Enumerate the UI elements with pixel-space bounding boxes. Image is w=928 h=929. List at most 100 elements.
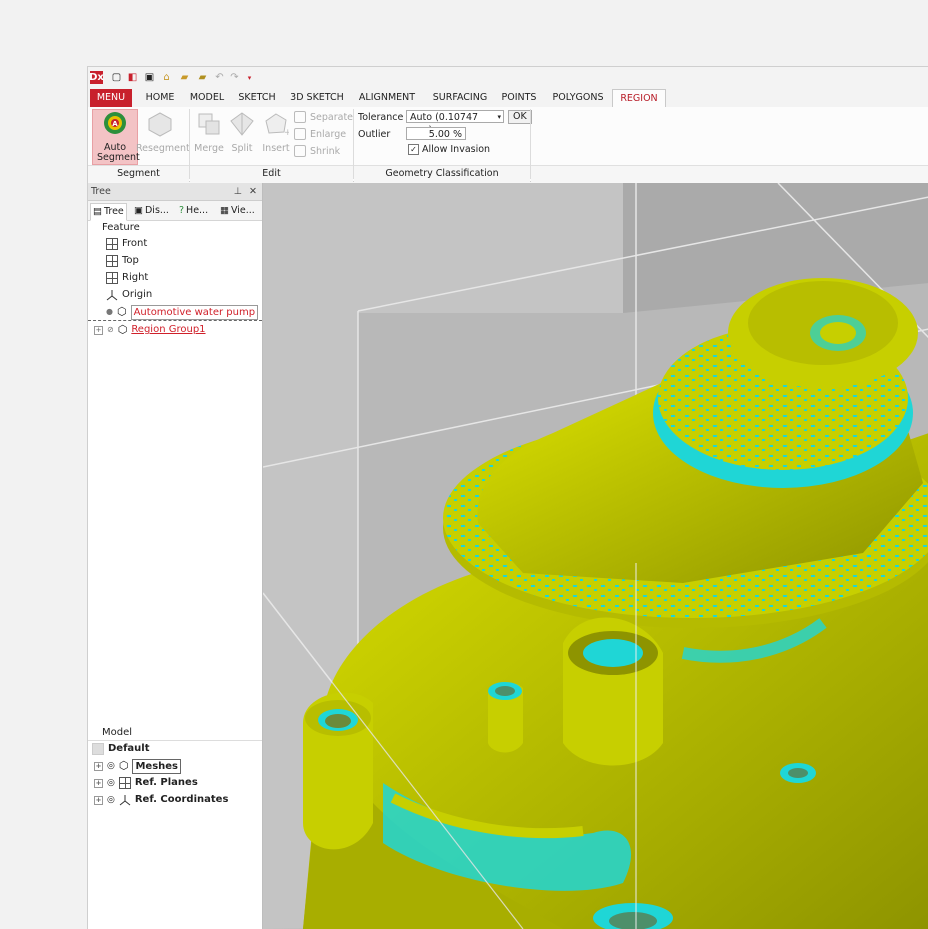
water-pump-mesh-render[interactable] <box>263 183 928 929</box>
visibility-icon[interactable]: ● <box>106 304 113 320</box>
model-default-label: Default <box>108 743 150 754</box>
separate-icon <box>294 111 306 123</box>
merge-icon <box>198 113 220 135</box>
model-item-label: Meshes <box>132 758 182 774</box>
tab-display-label: Dis... <box>144 205 169 216</box>
pin-icon[interactable]: ⊥ <box>234 183 242 200</box>
drop-indicator <box>88 320 262 321</box>
model-header: Model <box>102 727 133 738</box>
tree-panel-title: Tree ⊥ ✕ <box>88 183 262 201</box>
shrink-icon <box>294 145 306 157</box>
tab-home[interactable]: HOME <box>140 89 180 107</box>
separate-button[interactable]: Separate <box>294 111 353 123</box>
panel-tabs: ▤ Tree ▣ Dis... ? He... ▦ Vie... <box>88 201 262 221</box>
tab-tree-label: Tree <box>103 206 124 217</box>
tree-item-right[interactable]: Right <box>106 270 148 286</box>
svg-text:+: + <box>284 128 289 137</box>
shrink-label: Shrink <box>310 145 341 157</box>
tree-item-label: Top <box>122 255 139 266</box>
import-icon[interactable]: ⌂ <box>160 71 173 84</box>
open-file-icon[interactable]: ◧ <box>126 71 139 84</box>
tab-menu[interactable]: MENU <box>90 89 132 107</box>
tolerance-label: Tolerance <box>358 112 404 123</box>
eye-icon[interactable]: ◎ <box>107 758 115 774</box>
auto-segment-button[interactable]: A Auto Segment <box>92 109 140 165</box>
eye-icon[interactable]: ◎ <box>107 792 115 808</box>
ribbon-tabs: MENU HOME MODEL SKETCH 3D SKETCH ALIGNME… <box>88 89 928 109</box>
tree-item-front[interactable]: Front <box>106 236 147 252</box>
outlier-input[interactable]: 5.00 % <box>406 127 466 140</box>
save-icon[interactable]: ▣ <box>143 71 156 84</box>
expand-icon[interactable]: + <box>94 325 103 335</box>
ok-button[interactable]: OK <box>508 110 532 124</box>
ribbon-panel: A Auto Segment Resegment Merge Split + I… <box>88 107 928 182</box>
plane-icon <box>106 272 118 284</box>
tree-item-mesh[interactable]: ● ⬡ Automotive water pump <box>106 304 259 320</box>
close-icon[interactable]: ✕ <box>249 183 257 200</box>
tab-model[interactable]: MODEL <box>186 89 228 107</box>
mesh-item-label: Automotive water pump <box>130 304 259 320</box>
tree-item-origin[interactable]: Origin <box>106 287 152 303</box>
expand-icon[interactable]: + <box>94 761 103 771</box>
tree-item-label: Origin <box>122 289 153 300</box>
application-window: Dx ▢ ◧ ▣ ⌂ ▰ ▰ ↶ ↷ ▾ MENU HOME MODEL SKE… <box>87 66 928 929</box>
hidden-icon[interactable]: ⊘ <box>107 322 114 338</box>
eye-icon[interactable]: ◎ <box>107 775 115 791</box>
shrink-button[interactable]: Shrink <box>294 145 340 157</box>
plane-icon <box>106 238 118 250</box>
tree-item-top[interactable]: Top <box>106 253 139 269</box>
resegment-label: Resegment <box>136 143 190 154</box>
model-item-meshes[interactable]: + ◎ ⬡ Meshes <box>94 758 182 774</box>
expand-icon[interactable]: + <box>94 778 103 788</box>
model-item-label: Ref. Planes <box>134 777 198 788</box>
tab-surfacing[interactable]: SURFACING <box>428 89 492 107</box>
tab-polygons[interactable]: POLYGONS <box>548 89 608 107</box>
separate-label: Separate <box>310 111 354 123</box>
ribbon-group-footer <box>531 165 928 182</box>
tab-view[interactable]: ▦ Vie... <box>218 203 257 219</box>
tab-tree[interactable]: ▤ Tree <box>90 203 127 221</box>
new-file-icon[interactable]: ▢ <box>110 71 123 84</box>
enlarge-button[interactable]: Enlarge <box>294 128 346 140</box>
insert-icon: + <box>265 113 292 138</box>
tree-icon: ▤ <box>93 206 102 217</box>
tab-sketch[interactable]: SKETCH <box>234 89 280 107</box>
panel-title-text: Tree <box>91 186 111 197</box>
app-logo[interactable]: Dx <box>89 71 104 84</box>
model-item-label: Ref. Coordinates <box>134 794 229 805</box>
merge-label: Merge <box>194 143 224 154</box>
tab-help[interactable]: ? He... <box>177 203 210 219</box>
checkmark-icon: ✓ <box>408 144 419 155</box>
merge-button[interactable]: Merge <box>192 111 226 154</box>
undo-icon[interactable]: ↶ <box>213 71 226 84</box>
auto-segment-icon: A <box>104 112 126 134</box>
tree-item-label: Front <box>122 238 148 249</box>
coordinate-system-icon <box>106 290 118 301</box>
redo-icon[interactable]: ↷ <box>228 71 241 84</box>
3d-viewport[interactable] <box>263 183 928 929</box>
customize-dropdown-icon[interactable]: ▾ <box>243 71 256 84</box>
tab-view-label: Vie... <box>230 205 255 216</box>
model-item-ref-coordinates[interactable]: + ◎ Ref. Coordinates <box>94 792 228 808</box>
tab-points[interactable]: POINTS <box>498 89 540 107</box>
tab-display[interactable]: ▣ Dis... <box>132 203 171 219</box>
export-icon[interactable]: ▰ <box>196 71 209 84</box>
mesh-icon: ⬡ <box>118 759 129 772</box>
resegment-button[interactable]: Resegment <box>136 111 190 154</box>
outlier-label: Outlier <box>358 129 391 140</box>
tolerance-dropdown[interactable]: Auto (0.10747 mm) ▾ <box>406 110 504 136</box>
model-item-ref-planes[interactable]: + ◎ Ref. Planes <box>94 775 198 791</box>
model-default[interactable]: Default <box>92 741 150 757</box>
view-icon: ▦ <box>220 205 229 216</box>
default-icon <box>92 743 104 755</box>
insert-button[interactable]: + Insert <box>258 111 294 154</box>
tree-item-region-group[interactable]: + ⊘ ⬡ Region Group1 <box>94 322 206 338</box>
folder-icon[interactable]: ▰ <box>178 71 191 84</box>
tree-panel: Tree ⊥ ✕ ▤ Tree ▣ Dis... ? He... ▦ Vie... Fe… <box>88 183 263 929</box>
tab-region[interactable]: REGION <box>612 89 666 109</box>
tab-3d-sketch[interactable]: 3D SKETCH <box>286 89 348 107</box>
expand-icon[interactable]: + <box>94 795 103 805</box>
tab-alignment[interactable]: ALIGNMENT <box>354 89 420 107</box>
split-button[interactable]: Split <box>226 111 258 154</box>
allow-invasion-checkbox[interactable]: ✓ Allow Invasion <box>408 144 490 155</box>
